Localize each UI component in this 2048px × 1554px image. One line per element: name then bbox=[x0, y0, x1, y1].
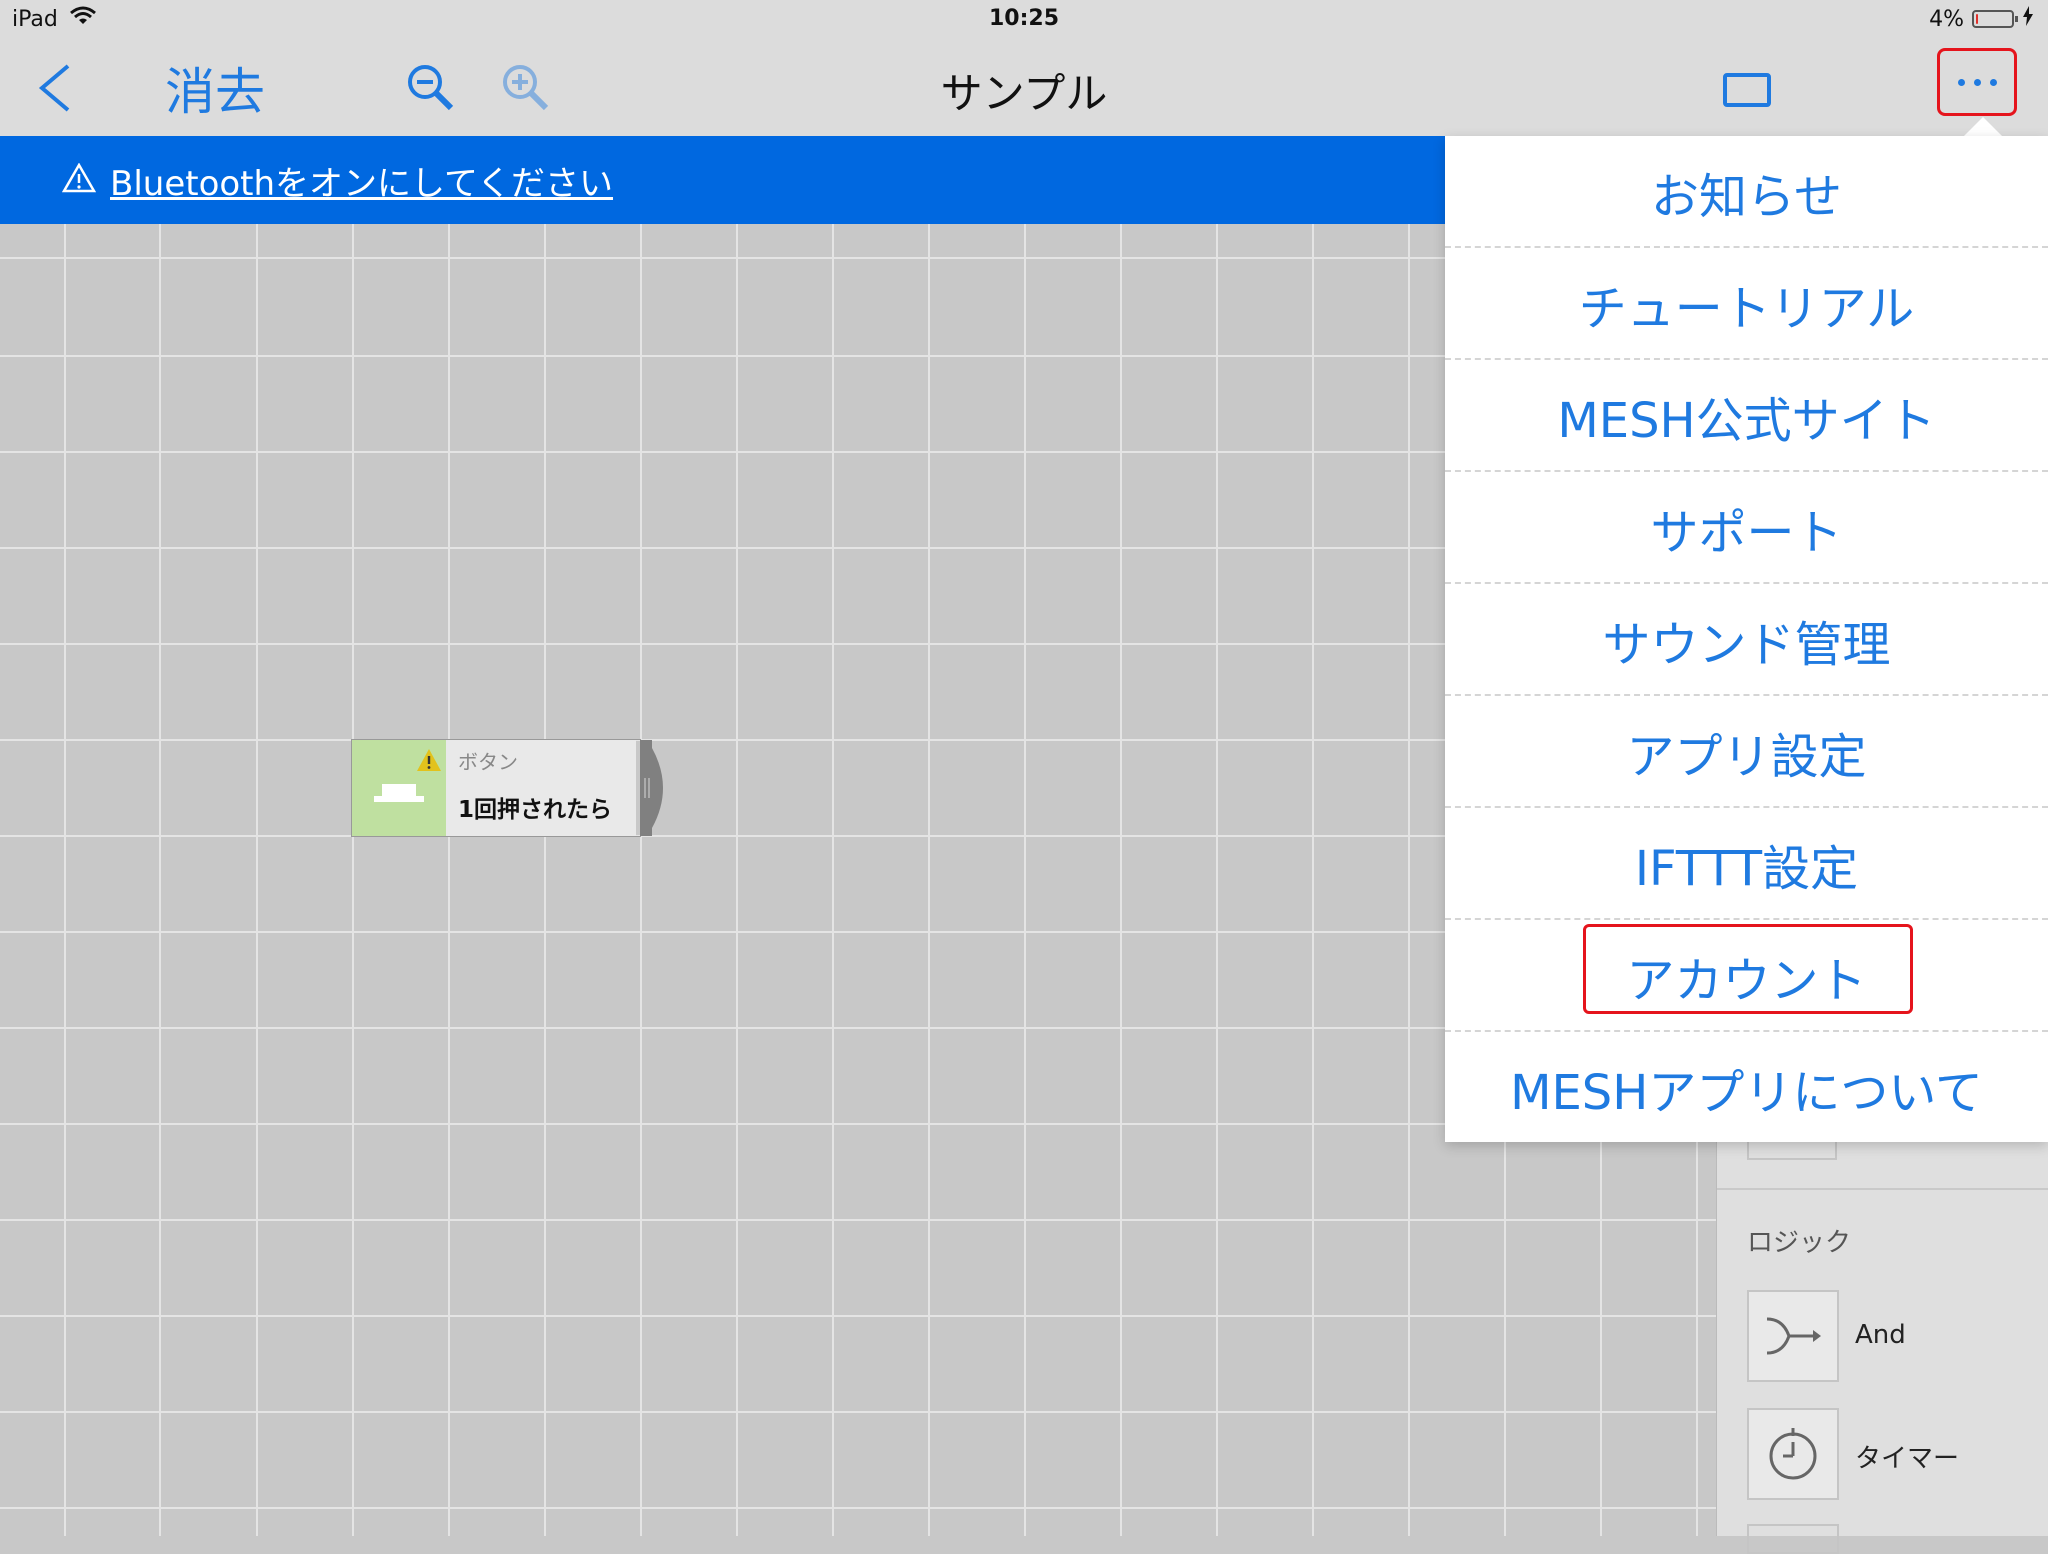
more-dropdown-menu: お知らせ チュートリアル MESH公式サイト サポート サウンド管理 アプリ設定… bbox=[1445, 136, 2048, 1142]
warning-icon bbox=[417, 749, 441, 771]
menu-item-account[interactable]: アカウント bbox=[1445, 920, 2048, 1031]
menu-item-sound-management[interactable]: サウンド管理 bbox=[1445, 584, 2048, 695]
status-bar: iPad 10:25 4% bbox=[0, 0, 2048, 40]
block-palette: ロジック And タイマー bbox=[1716, 1100, 2048, 1554]
palette-heading-logic: ロジック bbox=[1747, 1228, 1852, 1258]
charging-bolt-icon bbox=[2022, 6, 2034, 32]
button-trigger-node[interactable]: ボタン 1回押されたら bbox=[352, 740, 640, 836]
zoom-out-button[interactable] bbox=[405, 62, 455, 112]
palette-item-timer[interactable]: タイマー bbox=[1747, 1408, 2047, 1500]
bluetooth-banner[interactable]: Bluetoothをオンにしてください bbox=[0, 136, 1445, 224]
menu-item-app-settings[interactable]: アプリ設定 bbox=[1445, 696, 2048, 807]
more-dots-icon-dot bbox=[1989, 78, 1997, 86]
palette-item-and[interactable]: And bbox=[1747, 1290, 2047, 1382]
layout-toggle-button[interactable] bbox=[1722, 70, 1772, 110]
node-type-label: ボタン bbox=[458, 750, 518, 774]
menu-caret bbox=[1963, 117, 2003, 137]
zoom-in-button[interactable] bbox=[500, 62, 550, 112]
battery-percent: 4% bbox=[1929, 6, 1964, 32]
node-output-port[interactable] bbox=[640, 740, 674, 836]
zoom-in-icon bbox=[503, 65, 549, 111]
node-action-label: 1回押されたら bbox=[458, 797, 613, 823]
palette-block[interactable] bbox=[1747, 1524, 1839, 1554]
rectangle-icon bbox=[1723, 73, 1771, 107]
palette-item-label: タイマー bbox=[1855, 1444, 1960, 1474]
bluetooth-banner-link[interactable]: Bluetoothをオンにしてください bbox=[110, 156, 613, 205]
node-icon-area bbox=[352, 740, 446, 836]
battery-icon bbox=[1972, 10, 2018, 28]
palette-divider bbox=[1717, 1188, 2048, 1190]
menu-item-ifttt-settings[interactable]: IFTTT設定 bbox=[1445, 808, 2048, 919]
and-logic-icon bbox=[1747, 1290, 1839, 1382]
warning-icon bbox=[61, 162, 97, 197]
back-button[interactable] bbox=[28, 60, 88, 116]
more-dots-icon-dot bbox=[1973, 78, 1981, 86]
navigation-bar: 消去 サンプル bbox=[0, 40, 2048, 136]
menu-item-about[interactable]: MESHアプリについて bbox=[1445, 1032, 2048, 1143]
timer-icon bbox=[1747, 1408, 1839, 1500]
menu-item-notices[interactable]: お知らせ bbox=[1445, 136, 2048, 247]
menu-item-official-site[interactable]: MESH公式サイト bbox=[1445, 360, 2048, 471]
more-menu-button[interactable] bbox=[1937, 48, 2017, 116]
more-dots-icon bbox=[1957, 78, 1965, 86]
node-body: ボタン 1回押されたら bbox=[446, 740, 636, 836]
menu-item-support[interactable]: サポート bbox=[1445, 472, 2048, 583]
chevron-left-icon bbox=[38, 64, 70, 112]
menu-item-tutorial[interactable]: チュートリアル bbox=[1445, 248, 2048, 359]
palette-item-label: And bbox=[1855, 1320, 1906, 1350]
zoom-out-icon bbox=[408, 65, 454, 111]
clear-button[interactable]: 消去 bbox=[165, 52, 265, 124]
status-time: 10:25 bbox=[988, 6, 1060, 31]
